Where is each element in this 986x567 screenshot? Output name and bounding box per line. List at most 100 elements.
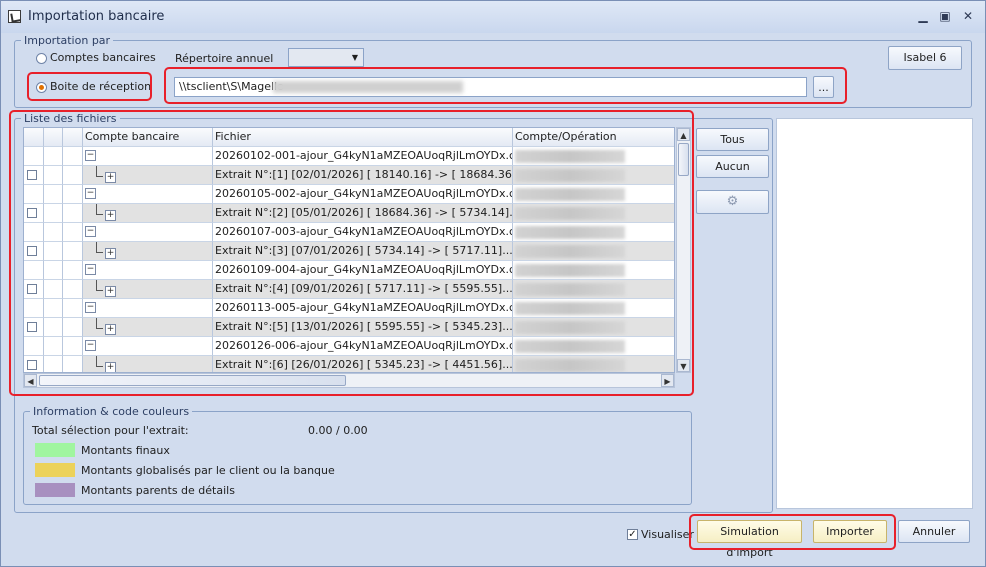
row-checkbox[interactable] (27, 246, 37, 256)
vscroll-thumb[interactable] (678, 143, 689, 176)
row-checkbox[interactable] (27, 360, 37, 370)
tree-line (96, 242, 103, 253)
hscroll-thumb[interactable] (39, 375, 346, 386)
window-title: Importation bancaire (28, 9, 165, 24)
extract-row[interactable]: + Extrait N°:[3] [07/01/2026] [ 5734.14] … (24, 242, 674, 261)
extract-row[interactable]: + Extrait N°:[5] [13/01/2026] [ 5595.55] … (24, 318, 674, 337)
redacted-value (515, 245, 625, 258)
redacted-value (515, 283, 625, 296)
expand-icon[interactable]: + (105, 172, 116, 183)
isabel-button[interactable]: Isabel 6 (888, 46, 962, 70)
extract-row[interactable]: + Extrait N°:[1] [02/01/2026] [ 18140.16]… (24, 166, 674, 185)
extract-row[interactable]: + Extrait N°:[4] [09/01/2026] [ 5717.11] … (24, 280, 674, 299)
file-row[interactable]: − 20260126-006-ajour_G4kyN1aMZEOAUoqRjlLm… (24, 337, 674, 356)
blank-cell (63, 337, 83, 356)
preview-panel (776, 118, 973, 509)
file-row[interactable]: − 20260107-003-ajour_G4kyN1aMZEOAUoqRjlLm… (24, 223, 674, 242)
expand-icon[interactable]: + (105, 324, 116, 335)
blank-cell (63, 185, 83, 204)
minimize-icon[interactable]: ▁ (916, 9, 930, 23)
annuler-button[interactable]: Annuler (898, 520, 970, 543)
redacted-value (515, 150, 625, 163)
file-row[interactable]: − 20260109-004-ajour_G4kyN1aMZEOAUoqRjlLm… (24, 261, 674, 280)
collapse-icon[interactable]: − (85, 150, 96, 161)
visualiser-label: Visualiser (641, 528, 694, 541)
expand-icon[interactable]: + (105, 248, 116, 259)
blank-cell (44, 147, 63, 166)
path-redaction (273, 81, 463, 93)
scroll-right-icon[interactable]: ▶ (661, 374, 674, 387)
repertoire-label: Répertoire annuel (175, 52, 274, 65)
collapse-icon[interactable]: − (85, 340, 96, 351)
collapse-icon[interactable]: − (85, 188, 96, 199)
blank-cell (63, 299, 83, 318)
repertoire-select[interactable]: ▼ (288, 48, 364, 67)
app-icon (8, 10, 21, 23)
collapse-icon[interactable]: − (85, 302, 96, 313)
fichier-cell: 20260109-004-ajour_G4kyN1aMZEOAUoqRjlLmO… (213, 261, 513, 280)
browse-button[interactable]: ... (813, 76, 834, 98)
check-cell (24, 166, 44, 185)
expand-icon[interactable]: + (105, 210, 116, 221)
tous-button[interactable]: Tous (696, 128, 769, 151)
import-window: Importation bancaire ▁ ▣ ✕ Importation p… (0, 0, 986, 567)
compte-cell: − (83, 337, 213, 356)
row-checkbox[interactable] (27, 208, 37, 218)
settings-button[interactable]: ⚙ (696, 190, 769, 214)
blank-cell (44, 280, 63, 299)
legend-swatch (35, 443, 75, 457)
radio-comptes-label: Comptes bancaires (50, 51, 156, 64)
compte-cell: − (83, 147, 213, 166)
aucun-button[interactable]: Aucun (696, 155, 769, 178)
compte-operation-cell (513, 223, 674, 242)
compte-cell: + (83, 356, 213, 372)
scroll-left-icon[interactable]: ◀ (24, 374, 37, 387)
file-row[interactable]: − 20260102-001-ajour_G4kyN1aMZEOAUoqRjlLm… (24, 147, 674, 166)
compte-cell: + (83, 280, 213, 299)
visualiser-checkbox[interactable]: ✓ Visualiser (627, 528, 694, 541)
redacted-value (515, 169, 625, 182)
grid-vscroll[interactable]: ▲ ▼ (676, 127, 691, 373)
legend-label: Montants parents de détails (81, 484, 235, 497)
check-cell (24, 242, 44, 261)
close-icon[interactable]: ✕ (961, 9, 975, 23)
compte-cell: + (83, 166, 213, 185)
importer-button[interactable]: Importer (813, 520, 887, 543)
header-compte-operation[interactable]: Compte/Opération (513, 128, 674, 147)
header-fichier[interactable]: Fichier (213, 128, 513, 147)
file-row[interactable]: − 20260113-005-ajour_G4kyN1aMZEOAUoqRjlLm… (24, 299, 674, 318)
scroll-up-icon[interactable]: ▲ (677, 128, 690, 141)
maximize-icon[interactable]: ▣ (938, 9, 952, 23)
blank-cell (44, 242, 63, 261)
scroll-down-icon[interactable]: ▼ (677, 359, 690, 372)
compte-operation-cell (513, 242, 674, 261)
radio-comptes-bancaires[interactable]: Comptes bancaires (36, 51, 156, 65)
simulation-button[interactable]: Simulation d'import (697, 520, 802, 559)
check-cell (24, 261, 44, 280)
extract-row[interactable]: + Extrait N°:[2] [05/01/2026] [ 18684.36]… (24, 204, 674, 223)
header-check-col (24, 128, 44, 147)
check-cell (24, 318, 44, 337)
row-checkbox[interactable] (27, 322, 37, 332)
legend-label: Montants globalisés par le client ou la … (81, 464, 335, 477)
file-row[interactable]: − 20260105-002-ajour_G4kyN1aMZEOAUoqRjlLm… (24, 185, 674, 204)
check-cell (24, 356, 44, 372)
radio-selected-icon (36, 81, 47, 93)
expand-icon[interactable]: + (105, 362, 116, 372)
extract-row[interactable]: + Extrait N°:[6] [26/01/2026] [ 5345.23] … (24, 356, 674, 372)
path-input[interactable]: \\tsclient\S\Magello (174, 77, 807, 97)
files-grid: Compte bancaire Fichier Compte/Opération… (23, 127, 675, 373)
radio-boite-reception[interactable]: Boite de réception (36, 80, 151, 94)
row-checkbox[interactable] (27, 170, 37, 180)
expand-icon[interactable]: + (105, 286, 116, 297)
grid-hscroll[interactable]: ◀ ▶ (23, 373, 675, 388)
collapse-icon[interactable]: − (85, 226, 96, 237)
fichier-cell: Extrait N°:[3] [07/01/2026] [ 5734.14] -… (213, 242, 513, 261)
header-compte[interactable]: Compte bancaire (83, 128, 213, 147)
compte-operation-cell (513, 318, 674, 337)
row-checkbox[interactable] (27, 284, 37, 294)
collapse-icon[interactable]: − (85, 264, 96, 275)
fichier-cell: 20260126-006-ajour_G4kyN1aMZEOAUoqRjlLmO… (213, 337, 513, 356)
fichier-cell: Extrait N°:[2] [05/01/2026] [ 18684.36] … (213, 204, 513, 223)
check-cell (24, 147, 44, 166)
